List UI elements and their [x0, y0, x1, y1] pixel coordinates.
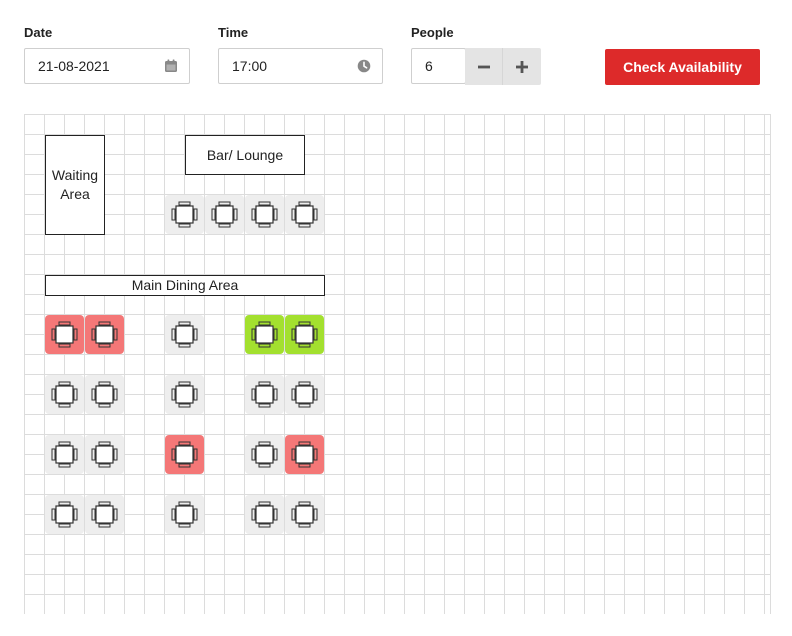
bar-lounge-area: Bar/ Lounge: [185, 135, 305, 175]
table-bar-2[interactable]: [205, 195, 244, 234]
table-icon: [291, 321, 318, 348]
table-icon: [291, 201, 318, 228]
table-bar-4[interactable]: [285, 195, 324, 234]
date-group: Date: [24, 24, 52, 42]
table-icon: [171, 321, 198, 348]
table-icon: [91, 381, 118, 408]
people-group: People: [411, 24, 454, 42]
time-input[interactable]: [232, 49, 342, 83]
table-icon: [251, 381, 278, 408]
people-label: People: [411, 25, 454, 40]
plus-icon: [516, 61, 528, 73]
table-r1-3[interactable]: [165, 315, 204, 354]
table-r4-4[interactable]: [245, 495, 284, 534]
table-icon: [51, 381, 78, 408]
table-bar-3[interactable]: [245, 195, 284, 234]
table-icon: [51, 321, 78, 348]
table-r2-4[interactable]: [245, 375, 284, 414]
table-r2-5[interactable]: [285, 375, 324, 414]
time-label: Time: [218, 25, 249, 40]
table-icon: [291, 381, 318, 408]
minus-icon: [478, 65, 490, 69]
table-r1-5[interactable]: [285, 315, 324, 354]
table-r3-1[interactable]: [45, 435, 84, 474]
time-group: Time: [218, 24, 248, 42]
people-input[interactable]: [425, 49, 461, 83]
date-field[interactable]: [24, 48, 190, 84]
table-icon: [171, 201, 198, 228]
table-r2-3[interactable]: [165, 375, 204, 414]
decrement-button[interactable]: [465, 48, 503, 85]
table-r1-4[interactable]: [245, 315, 284, 354]
table-r4-1[interactable]: [45, 495, 84, 534]
table-icon: [251, 321, 278, 348]
table-bar-1[interactable]: [165, 195, 204, 234]
check-availability-button[interactable]: Check Availability: [605, 49, 760, 85]
table-icon: [91, 321, 118, 348]
table-icon: [171, 381, 198, 408]
time-field[interactable]: [218, 48, 383, 84]
clock-icon[interactable]: [357, 59, 371, 73]
table-r3-5[interactable]: [285, 435, 324, 474]
date-label: Date: [24, 25, 53, 40]
people-stepper[interactable]: [411, 48, 466, 84]
table-r2-1[interactable]: [45, 375, 84, 414]
table-r1-2[interactable]: [85, 315, 124, 354]
increment-button[interactable]: [503, 48, 541, 85]
table-icon: [91, 501, 118, 528]
table-r1-1[interactable]: [45, 315, 84, 354]
calendar-icon[interactable]: [164, 59, 178, 73]
table-icon: [51, 501, 78, 528]
table-icon: [171, 441, 198, 468]
table-icon: [211, 201, 238, 228]
date-input[interactable]: [38, 49, 148, 83]
table-icon: [51, 441, 78, 468]
table-r4-2[interactable]: [85, 495, 124, 534]
table-r3-4[interactable]: [245, 435, 284, 474]
floor-plan: Waiting Area Bar/ Lounge Main Dining Are…: [24, 114, 771, 614]
waiting-area: Waiting Area: [45, 135, 105, 235]
table-icon: [171, 501, 198, 528]
table-r4-5[interactable]: [285, 495, 324, 534]
table-r3-3[interactable]: [165, 435, 204, 474]
table-icon: [291, 441, 318, 468]
table-icon: [291, 501, 318, 528]
table-r3-2[interactable]: [85, 435, 124, 474]
table-icon: [251, 501, 278, 528]
table-r4-3[interactable]: [165, 495, 204, 534]
table-icon: [251, 201, 278, 228]
table-icon: [251, 441, 278, 468]
main-dining-area: Main Dining Area: [45, 275, 325, 296]
table-r2-2[interactable]: [85, 375, 124, 414]
table-icon: [91, 441, 118, 468]
